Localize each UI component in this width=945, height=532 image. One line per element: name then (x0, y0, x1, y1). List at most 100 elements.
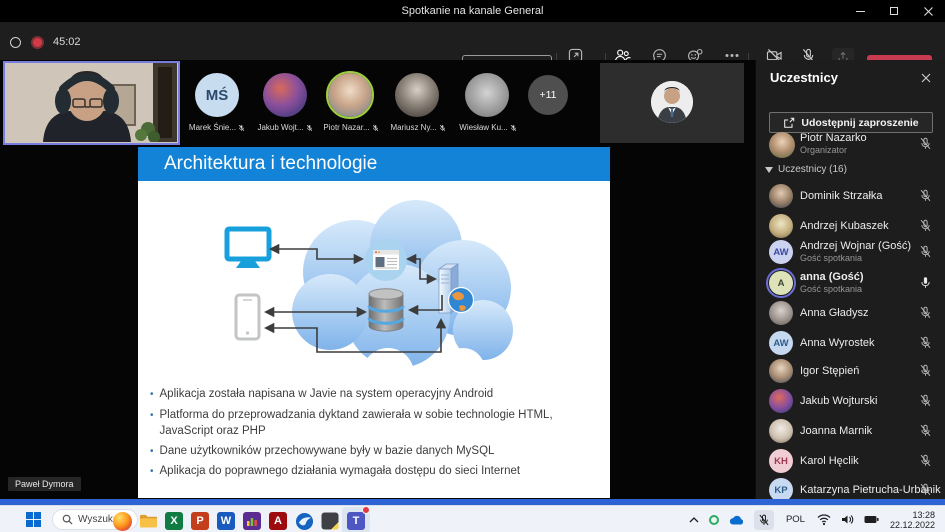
mic-off-icon (919, 219, 932, 232)
mic-off-icon (919, 245, 932, 258)
participant-thumbnail-label: Marek Śnie... (186, 123, 248, 132)
bullet-text: Dane użytkowników przechowywane były w b… (160, 443, 495, 461)
cloud-shape (292, 200, 513, 368)
system-tray: POL 13:28 22.12 (684, 506, 945, 532)
powerpoint-icon[interactable]: P (189, 510, 211, 532)
mic-off-icon (919, 336, 932, 349)
avatar[interactable] (465, 73, 509, 117)
participant-row[interactable]: Anna Gładysz (756, 299, 945, 327)
close-icon (921, 73, 931, 83)
avatar[interactable] (395, 73, 439, 117)
bullet-text: Platforma do przeprowadzania dyktand zaw… (160, 407, 602, 440)
word-icon[interactable]: W (215, 510, 237, 532)
participants-panel: Uczestnicy Udostępnij zaproszenie Piotr … (755, 60, 945, 505)
search-icon (62, 514, 73, 525)
presenter-name-label: Paweł Dymora (8, 477, 81, 491)
excel-icon[interactable]: X (163, 510, 185, 532)
share-invite-icon (783, 117, 795, 129)
participant-video-tile[interactable] (600, 63, 744, 143)
smartphone-icon (236, 295, 259, 339)
thunderbird-icon[interactable] (293, 510, 315, 532)
wifi-icon[interactable] (817, 514, 831, 525)
taskbar-clock[interactable]: 13:28 22.12.2022 (890, 510, 935, 530)
participant-row[interactable]: Jakub Wojturski (756, 387, 945, 415)
architecture-diagram (138, 183, 610, 383)
participant-row[interactable]: KH Karol Hęclik (756, 447, 945, 475)
avatar[interactable]: MŚ (195, 73, 239, 117)
file-explorer-icon[interactable] (137, 510, 159, 532)
participant-row[interactable]: AW Anna Wyrostek (756, 329, 945, 357)
recording-icon (31, 36, 44, 49)
avatar[interactable] (328, 73, 372, 117)
participant-thumbnail-label: Jakub Wojt... (254, 123, 316, 132)
chevron-down-icon (765, 167, 773, 173)
avatar (769, 132, 795, 158)
participants-section-header[interactable]: Uczestnicy (16) (765, 164, 847, 175)
participant-name: anna (Gość) (800, 270, 864, 284)
participant-name: Andrzej Wojnar (Gość) (800, 239, 911, 253)
notes-app-icon[interactable] (319, 510, 341, 532)
mic-off-icon (919, 137, 932, 150)
mic-off-icon (372, 124, 379, 132)
mic-muted-tray-icon[interactable] (754, 510, 774, 530)
self-video-tile[interactable] (3, 61, 180, 145)
participant-thumbnail-label: Wiesław Ku... (457, 123, 519, 132)
tray-time: 13:28 (912, 510, 935, 520)
avatar: AW (769, 331, 793, 355)
overflow-participants-badge[interactable]: +11 (528, 75, 568, 115)
bullet-text: Aplikacja została napisana w Javie na sy… (160, 386, 494, 404)
teams-icon[interactable]: T (345, 510, 367, 532)
volume-icon[interactable] (841, 514, 854, 525)
participant-thumbnail-label: Piotr Nazar... (320, 123, 382, 132)
mic-off-icon (919, 364, 932, 377)
close-button[interactable] (911, 0, 945, 22)
notification-badge (362, 506, 370, 514)
participant-row-speaking[interactable]: A anna (Gość) Gość spotkania (756, 269, 945, 297)
participant-row[interactable]: AW Andrzej Wojnar (Gość) Gość spotkania (756, 238, 945, 266)
avatar: AW (769, 240, 793, 264)
chart-app-icon[interactable] (241, 510, 263, 532)
meeting-toolbar: 45:02 Zażądaj kontroli Nowe okno Osoby (0, 22, 945, 60)
avatar[interactable] (263, 73, 307, 117)
participant-role: Gość spotkania (800, 253, 862, 263)
onedrive-tray-icon[interactable] (729, 515, 744, 525)
antivirus-tray-icon[interactable] (709, 515, 719, 525)
participant-name: Karol Hęclik (800, 447, 859, 475)
window-titlebar[interactable]: Spotkanie na kanale General (0, 0, 945, 22)
participant-thumbnail-label: Mariusz Ny... (387, 123, 449, 132)
participant-name: Joanna Marnik (800, 417, 872, 445)
start-button[interactable] (26, 512, 41, 527)
maximize-button[interactable] (877, 0, 911, 22)
database-icon (369, 289, 403, 331)
meeting-timer: 45:02 (53, 36, 81, 48)
participant-row-organizer[interactable]: Piotr Nazarko Organizator (756, 130, 945, 158)
mic-off-icon (919, 483, 932, 496)
participant-name: Anna Gładysz (800, 299, 868, 327)
avatar (769, 359, 793, 383)
participant-row[interactable]: Igor Stępień (756, 357, 945, 385)
minimize-button[interactable] (843, 0, 877, 22)
avatar (769, 184, 793, 208)
panel-close-button[interactable] (918, 70, 934, 86)
participant-row[interactable]: Dominik Strzałka (756, 182, 945, 210)
mic-off-icon (919, 454, 932, 467)
suited-person-avatar (651, 81, 693, 123)
battery-icon[interactable] (864, 515, 879, 524)
participant-row[interactable]: Joanna Marnik (756, 417, 945, 445)
tray-expand-button[interactable] (689, 517, 699, 523)
acrobat-icon[interactable]: A (267, 510, 289, 532)
avatar: A (769, 271, 793, 295)
mic-off-icon (919, 306, 932, 319)
firefox-icon[interactable] (111, 510, 133, 532)
participant-row[interactable]: Andrzej Kubaszek (756, 212, 945, 240)
participant-name: Igor Stępień (800, 357, 859, 385)
avatar (769, 301, 793, 325)
slide-title-banner: Architektura i technologie (138, 147, 610, 181)
avatar (651, 81, 693, 123)
chevron-up-icon (689, 517, 699, 523)
panel-title: Uczestnicy (770, 70, 838, 85)
language-indicator[interactable]: POL (786, 514, 805, 525)
participant-name: Andrzej Kubaszek (800, 212, 889, 240)
status-ring-icon (10, 37, 21, 48)
web-browser-icon (365, 239, 407, 281)
